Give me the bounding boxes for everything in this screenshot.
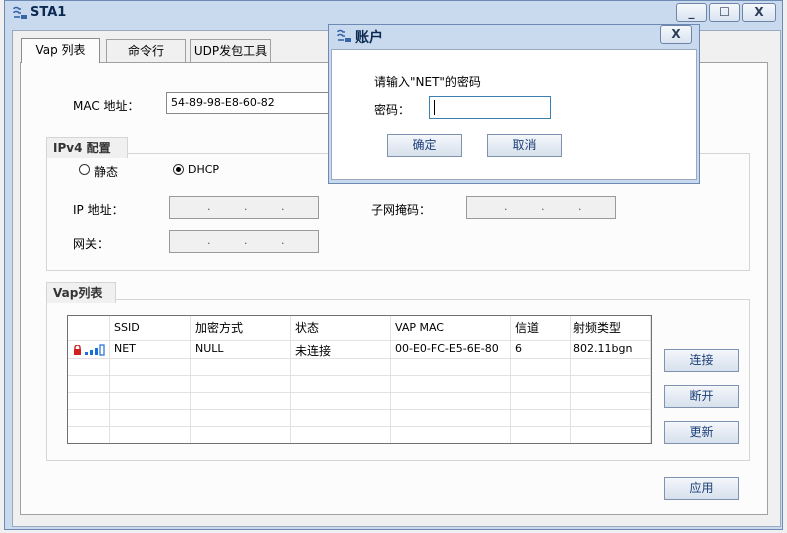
cell-encryption: NULL: [195, 342, 224, 355]
subnet-mask-field[interactable]: ...: [466, 196, 616, 219]
column-header-status[interactable]: 状态: [295, 316, 319, 340]
signal-strength-icon: [85, 344, 105, 356]
connect-button-label: 连接: [689, 353, 714, 367]
ipv4-group-title: IPv4 配置: [46, 137, 128, 158]
password-prompt: 请输入"NET"的密码: [374, 75, 481, 89]
column-header-channel[interactable]: 信道: [515, 316, 539, 340]
ipv4-group-title-text: IPv4 配置: [53, 141, 111, 155]
maximize-icon: ☐: [719, 5, 730, 19]
apply-button-label: 应用: [689, 481, 714, 495]
cancel-button-label: 取消: [512, 138, 537, 152]
cell-vap-mac: 00-E0-FC-E5-6E-80: [395, 342, 499, 355]
password-input[interactable]: [429, 96, 551, 119]
password-label: 密码：: [374, 103, 411, 117]
ip-label: IP 地址：: [73, 203, 124, 217]
subnet-mask-label: 子网掩码：: [371, 203, 432, 217]
network-device-icon: [337, 29, 351, 42]
vap-group-title-text: Vap列表: [53, 286, 103, 300]
minimize-button[interactable]: _: [676, 3, 707, 22]
dialog-title: 账户: [355, 30, 383, 46]
ip-address-field[interactable]: ...: [169, 196, 319, 219]
ok-button[interactable]: 确定: [387, 134, 462, 157]
dhcp-label: DHCP: [188, 163, 220, 176]
dhcp-radio[interactable]: [173, 164, 184, 175]
network-device-icon: [13, 6, 27, 19]
column-header-vap-mac[interactable]: VAP MAC: [395, 316, 444, 340]
column-header-encryption[interactable]: 加密方式: [195, 316, 243, 340]
table-row[interactable]: NET NULL 未连接 00-E0-FC-E5-6E-80 6 802.11b…: [68, 341, 651, 358]
maximize-button[interactable]: ☐: [709, 3, 740, 22]
mac-field[interactable]: 54-89-98-E8-60-82: [166, 92, 336, 114]
mac-value: 54-89-98-E8-60-82: [171, 96, 275, 109]
cancel-button[interactable]: 取消: [487, 134, 562, 157]
tab-label: Vap 列表: [35, 43, 86, 57]
apply-button[interactable]: 应用: [664, 477, 739, 500]
refresh-button[interactable]: 更新: [664, 421, 739, 444]
window-title: STA1: [30, 5, 67, 20]
close-icon: X: [671, 27, 681, 41]
static-label: 静态: [94, 165, 119, 179]
gateway-field[interactable]: ...: [169, 230, 319, 253]
vap-group-title: Vap列表: [46, 282, 116, 303]
disconnect-button[interactable]: 断开: [664, 385, 739, 408]
tab-command-line[interactable]: 命令行: [106, 39, 186, 63]
cell-status: 未连接: [295, 344, 332, 358]
dialog-close-button[interactable]: X: [660, 25, 692, 44]
disconnect-button-label: 断开: [689, 389, 714, 403]
cell-channel: 6: [515, 342, 522, 355]
tab-vap-list[interactable]: Vap 列表: [21, 38, 100, 63]
vap-table: SSID 加密方式 状态 VAP MAC 信道 射频类型 NET NULL 未连…: [67, 315, 652, 444]
cell-ssid: NET: [114, 342, 136, 355]
text-cursor: [434, 100, 435, 115]
mac-label: MAC 地址：: [73, 99, 140, 113]
column-header-ssid[interactable]: SSID: [114, 316, 140, 340]
refresh-button-label: 更新: [689, 425, 714, 439]
cell-radio-type: 802.11bgn: [573, 342, 633, 355]
column-header-radio-type[interactable]: 射频类型: [573, 316, 621, 340]
close-button[interactable]: X: [742, 3, 776, 22]
tab-label: 命令行: [127, 44, 164, 58]
connect-button[interactable]: 连接: [664, 349, 739, 372]
tab-label: UDP发包工具: [193, 44, 268, 58]
close-icon: X: [754, 5, 764, 19]
lock-icon: [74, 345, 81, 355]
gateway-label: 网关：: [73, 237, 110, 251]
static-radio[interactable]: [79, 164, 90, 175]
tab-udp-tool[interactable]: UDP发包工具: [190, 39, 271, 63]
minimize-icon: _: [688, 5, 695, 19]
ok-button-label: 确定: [412, 138, 437, 152]
